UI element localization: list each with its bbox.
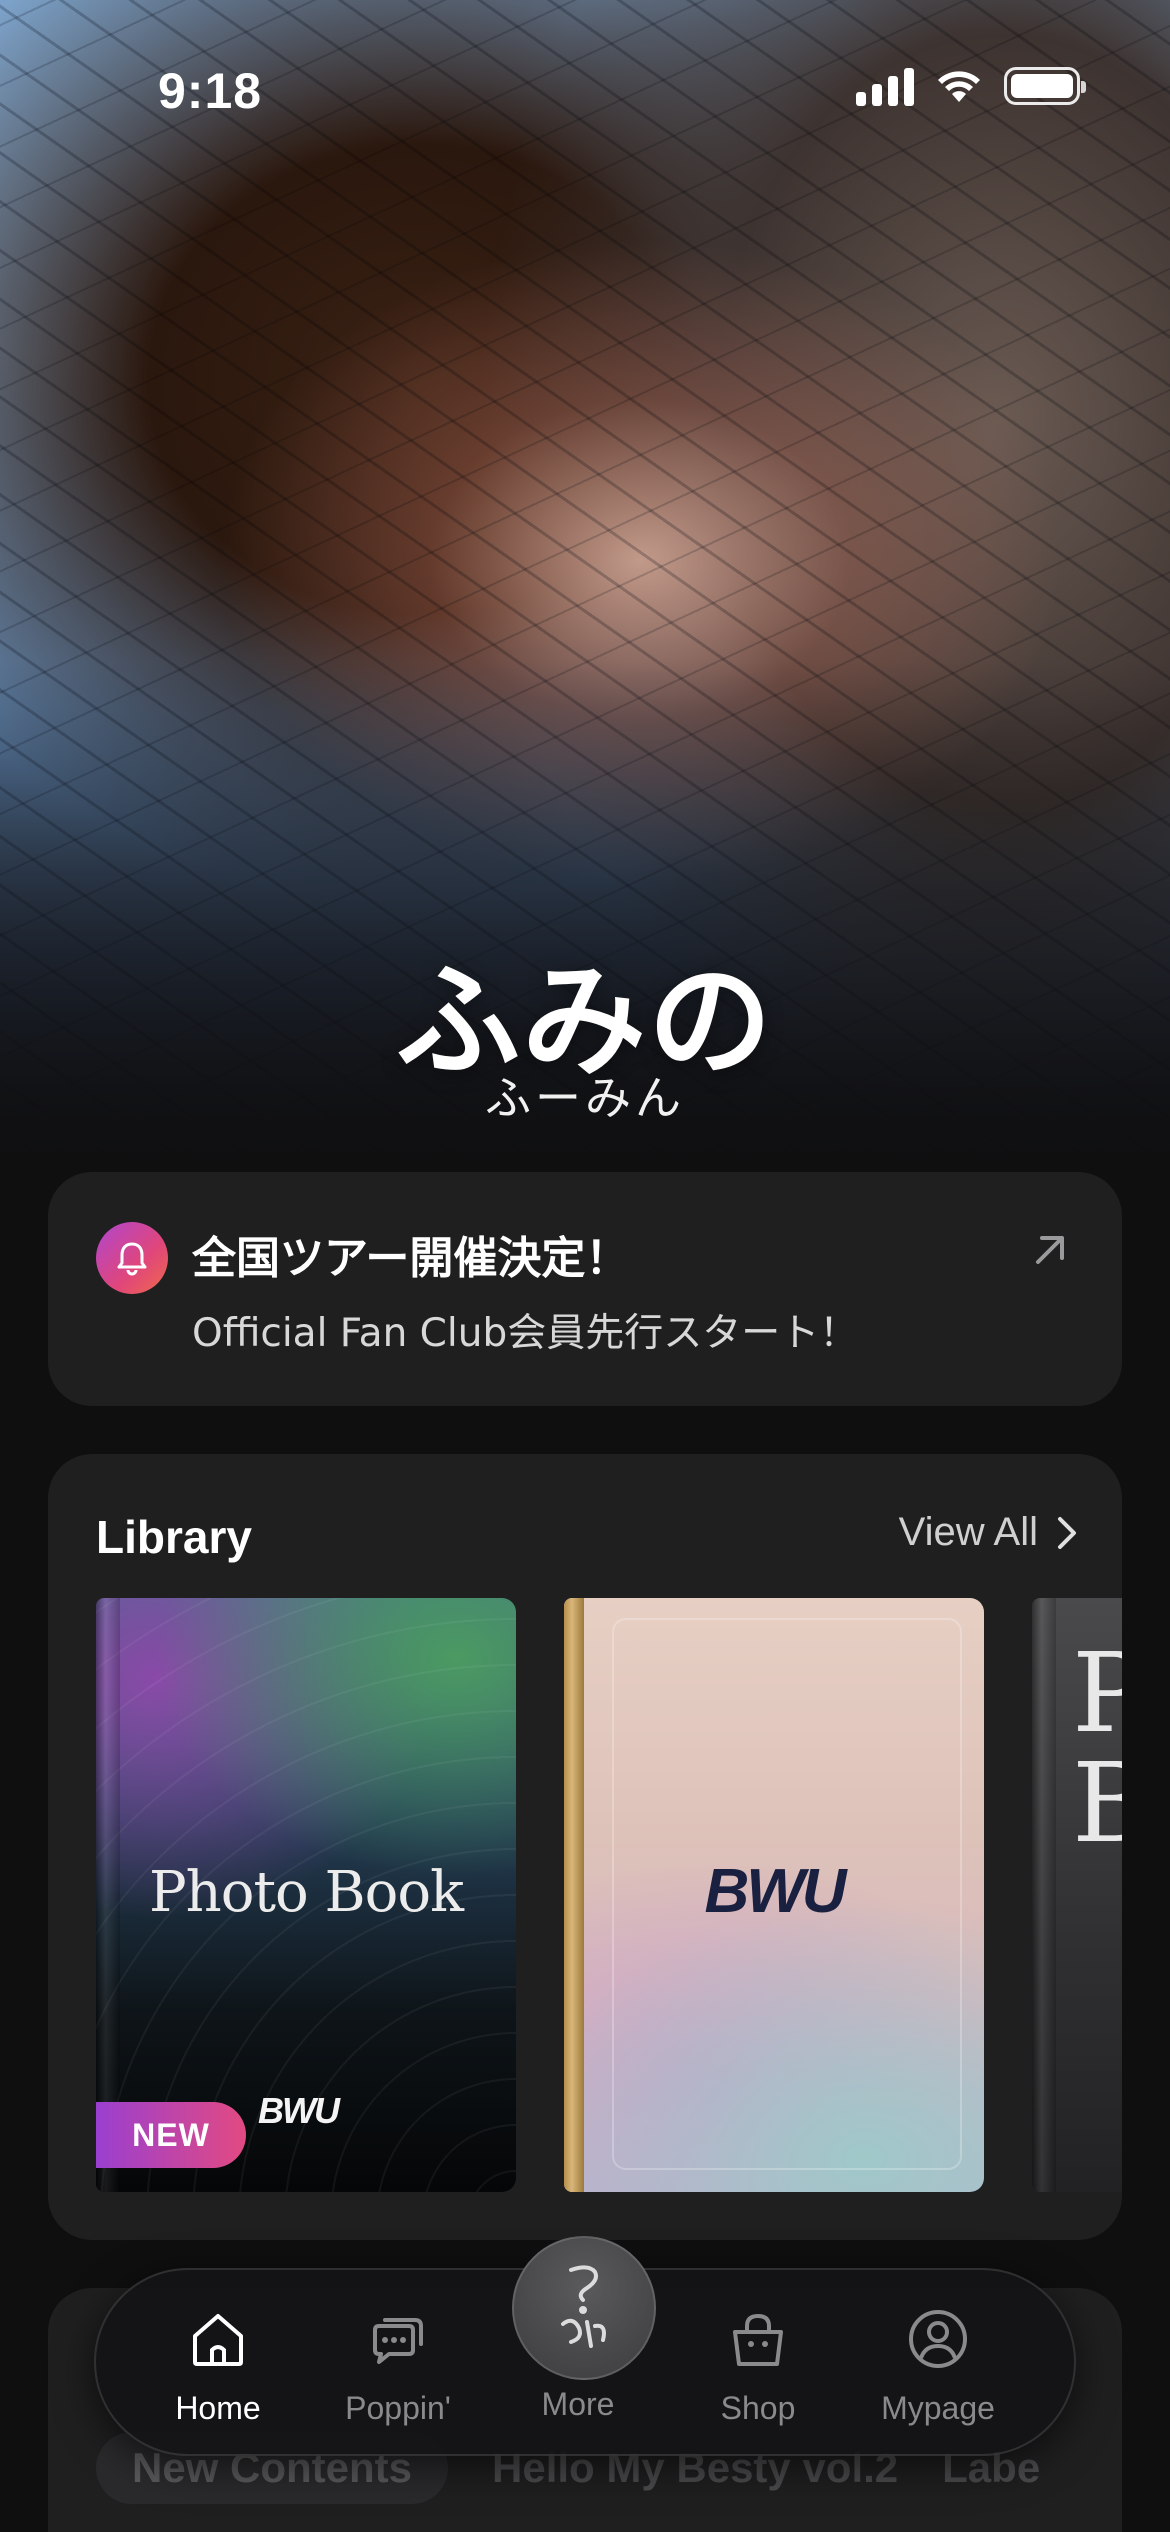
book-spine — [1032, 1598, 1056, 2192]
fumino-logo-icon — [561, 2265, 606, 2348]
new-badge: NEW — [96, 2102, 246, 2168]
library-book-photo-book[interactable]: Photo Book NEW BWU — [96, 1598, 516, 2192]
announcement-subtitle: Official Fan Club会員先行スタート！ — [192, 1311, 859, 1356]
tab-label: Home — [175, 2390, 261, 2426]
shopping-bag-icon — [733, 2313, 783, 2366]
battery-icon — [1004, 67, 1086, 105]
tab-label: More — [541, 2386, 615, 2422]
user-circle-icon — [909, 2310, 967, 2368]
chat-bubbles-icon — [373, 2318, 423, 2364]
tab-home[interactable]: Home — [138, 2306, 298, 2427]
status-icons — [856, 66, 1086, 106]
view-all-link[interactable]: View All — [899, 1510, 1078, 1555]
library-title: Library — [96, 1511, 252, 1563]
artist-kana: ふーみん — [485, 1071, 685, 1125]
wifi-icon — [938, 71, 980, 102]
tab-label: Poppin' — [345, 2390, 451, 2426]
external-arrow-icon[interactable] — [1028, 1228, 1072, 1272]
announcement-title: 全国ツアー開催決定！ — [192, 1233, 630, 1284]
book-cover-title: Photo Book — [149, 1860, 464, 1925]
cellular-signal-icon — [856, 66, 914, 106]
bwu-logo: BWU — [258, 2090, 340, 2131]
bwu-logo: BWU — [704, 1857, 846, 1926]
tab-poppin[interactable]: Poppin' — [318, 2306, 478, 2427]
home-icon — [193, 2314, 243, 2366]
tab-shop[interactable]: Shop — [678, 2306, 838, 2427]
bell-icon — [96, 1222, 168, 1294]
view-all-label: View All — [898, 1510, 1038, 1554]
tab-mypage[interactable]: Mypage — [858, 2306, 1018, 2427]
library-book-bwu[interactable]: BWU — [564, 1598, 984, 2192]
library-section: Library View All Photo Book NEW BWU BWU … — [48, 1454, 1122, 2240]
announcement-card[interactable]: 全国ツアー開催決定！ Official Fan Club会員先行スタート！ — [48, 1172, 1122, 1406]
more-center-button[interactable] — [512, 2236, 656, 2380]
tab-label: Shop — [720, 2390, 796, 2426]
library-book-partial[interactable]: P B — [1032, 1598, 1122, 2192]
status-time: 9:18 — [158, 63, 263, 119]
tab-label: Mypage — [881, 2390, 995, 2426]
chevron-right-icon — [1058, 1516, 1076, 1549]
book-cover-title: P B — [1072, 1629, 1122, 1867]
